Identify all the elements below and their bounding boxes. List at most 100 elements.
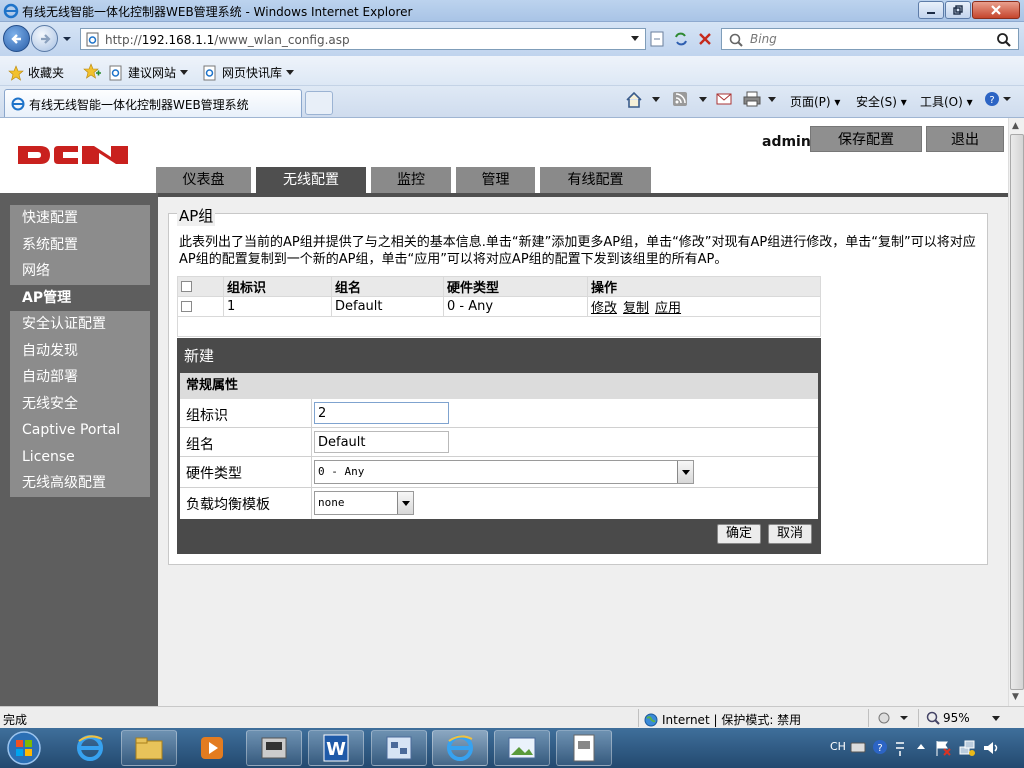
scroll-down-icon[interactable]: ▼ <box>1012 692 1019 702</box>
content-area: AP组 此表列出了当前的AP组并提供了与之相关的基本信息.单击“新建”添加更多A… <box>158 197 1008 706</box>
taskbar-app-tool[interactable] <box>246 730 302 766</box>
compatibility-view-icon[interactable] <box>646 28 668 50</box>
feeds-icon[interactable] <box>672 91 688 107</box>
page-title: AP组 <box>177 205 216 226</box>
media-player-icon <box>201 737 223 759</box>
mail-icon[interactable] <box>716 92 732 106</box>
sidebar-item-ap-management[interactable]: AP管理 <box>10 284 150 311</box>
sidebar-item-wireless-advanced[interactable]: 无线高级配置 <box>10 470 150 497</box>
url-dropdown-icon[interactable] <box>630 35 640 43</box>
url-text: http://192.168.1.1/www_wlan_config.asp <box>105 33 350 47</box>
hardware-type-value: 0 - Any <box>318 465 365 478</box>
hardware-type-select[interactable]: 0 - Any <box>314 460 694 484</box>
page-icon <box>86 32 99 47</box>
group-name-input[interactable] <box>314 431 449 453</box>
back-button[interactable] <box>3 25 30 52</box>
history-dropdown-icon[interactable] <box>62 34 72 44</box>
stop-icon[interactable] <box>694 28 716 50</box>
taskbar-media-player[interactable] <box>184 730 240 766</box>
sidebar-item-security-auth[interactable]: 安全认证配置 <box>10 311 150 338</box>
table-row: 1 Default 0 - Any 修改 复制 应用 <box>177 296 821 317</box>
sidebar-item-system-config[interactable]: 系统配置 <box>10 231 150 258</box>
taskbar-photo-viewer[interactable] <box>494 730 550 766</box>
refresh-icon[interactable] <box>670 28 692 50</box>
popup-blocker-icon[interactable] <box>878 711 908 725</box>
logout-button[interactable]: 退出 <box>926 126 1004 152</box>
cancel-button[interactable]: 取消 <box>768 524 812 544</box>
show-hidden-icons[interactable] <box>916 739 926 755</box>
taskbar-network-app[interactable] <box>371 730 427 766</box>
favorites-button[interactable]: 收藏夹 <box>8 64 64 81</box>
sidebar-item-auto-discovery[interactable]: 自动发现 <box>10 337 150 364</box>
chevron-down-icon[interactable] <box>992 716 1000 722</box>
tab-management[interactable]: 管理 <box>456 167 535 193</box>
cell-hardware-type: 0 - Any <box>443 296 588 317</box>
confirm-button[interactable]: 确定 <box>717 524 761 544</box>
select-all-checkbox[interactable] <box>181 281 192 292</box>
address-input[interactable]: http://192.168.1.1/www_wlan_config.asp <box>80 28 646 50</box>
sidebar-item-captive-portal[interactable]: Captive Portal <box>10 417 150 444</box>
page-menu[interactable]: 页面(P) ▾ <box>790 93 840 110</box>
add-favorite-icon[interactable] <box>83 63 101 79</box>
web-slice-gallery-link[interactable]: 网页快讯库 <box>202 64 295 81</box>
tab-wireless-config[interactable]: 无线配置 <box>256 167 366 193</box>
sidebar-item-license[interactable]: License <box>10 443 150 470</box>
taskbar-ie-pinned[interactable] <box>62 730 118 766</box>
volume-icon[interactable] <box>982 739 1000 757</box>
tab-wired-config[interactable]: 有线配置 <box>540 167 651 193</box>
tab-monitor[interactable]: 监控 <box>371 167 451 193</box>
save-config-button[interactable]: 保存配置 <box>810 126 922 152</box>
search-input[interactable]: Bing <box>721 28 1019 50</box>
network-icon[interactable] <box>958 739 976 757</box>
svg-text:?: ? <box>989 95 994 106</box>
taskbar-explorer[interactable] <box>121 730 177 766</box>
help-icon[interactable]: ? <box>872 739 888 755</box>
scrollbar-thumb[interactable] <box>1010 134 1024 690</box>
action-center-flag-icon[interactable] <box>934 739 952 757</box>
dropdown-arrow-icon[interactable] <box>397 492 413 514</box>
keyboard-icon[interactable] <box>850 739 866 755</box>
copy-link[interactable]: 复制 <box>623 301 649 316</box>
lb-template-select[interactable]: none <box>314 491 414 515</box>
forward-button[interactable] <box>31 25 58 52</box>
search-icon[interactable] <box>996 32 1012 48</box>
apply-link[interactable]: 应用 <box>655 301 681 316</box>
group-name-label: 组名 <box>186 437 214 453</box>
browser-tab-active[interactable]: 有线无线智能一体化控制器WEB管理系统 <box>4 89 302 117</box>
home-icon[interactable] <box>625 91 643 109</box>
new-tab-button[interactable] <box>305 91 333 115</box>
chevron-down-icon[interactable] <box>652 97 660 103</box>
print-icon[interactable] <box>743 91 761 107</box>
close-window-button[interactable] <box>972 1 1020 19</box>
dropdown-arrow-icon[interactable] <box>677 461 693 483</box>
sidebar-item-network[interactable]: 网络 <box>10 258 150 285</box>
group-id-row: 组标识 <box>180 399 818 428</box>
sidebar-item-quick-config[interactable]: 快速配置 <box>10 205 150 232</box>
ie-icon <box>77 735 103 761</box>
zoom-control[interactable]: 95% <box>926 711 970 725</box>
tools-menu[interactable]: 工具(O) ▾ <box>920 93 973 110</box>
taskbar-ie-active[interactable] <box>432 730 488 766</box>
chevron-down-icon[interactable] <box>768 97 776 103</box>
safety-menu[interactable]: 安全(S) ▾ <box>856 93 907 110</box>
ime-indicator[interactable]: CH <box>830 740 846 753</box>
taskbar-document[interactable] <box>556 730 612 766</box>
restore-button[interactable] <box>945 1 971 19</box>
modify-link[interactable]: 修改 <box>591 301 617 316</box>
new-group-panel: 新建 常规属性 组标识 组名 硬件类型 <box>177 338 821 554</box>
taskbar-word[interactable]: W <box>308 730 364 766</box>
row-checkbox[interactable] <box>181 301 192 312</box>
start-button[interactable] <box>4 730 44 766</box>
sidebar-item-auto-deploy[interactable]: 自动部署 <box>10 364 150 391</box>
ime-options-icon[interactable] <box>894 739 906 757</box>
minimize-button[interactable] <box>918 1 944 19</box>
group-id-input[interactable] <box>314 402 449 424</box>
help-icon[interactable]: ? <box>984 91 1012 109</box>
chevron-down-icon[interactable] <box>699 97 707 103</box>
suggested-sites-link[interactable]: 建议网站 <box>108 64 189 81</box>
sidebar-item-wireless-security[interactable]: 无线安全 <box>10 390 150 417</box>
page-scrollbar[interactable]: ▲ ▼ <box>1008 118 1024 706</box>
scroll-up-icon[interactable]: ▲ <box>1012 121 1019 131</box>
favorites-label: 收藏夹 <box>28 66 65 80</box>
tab-dashboard[interactable]: 仪表盘 <box>156 167 251 193</box>
